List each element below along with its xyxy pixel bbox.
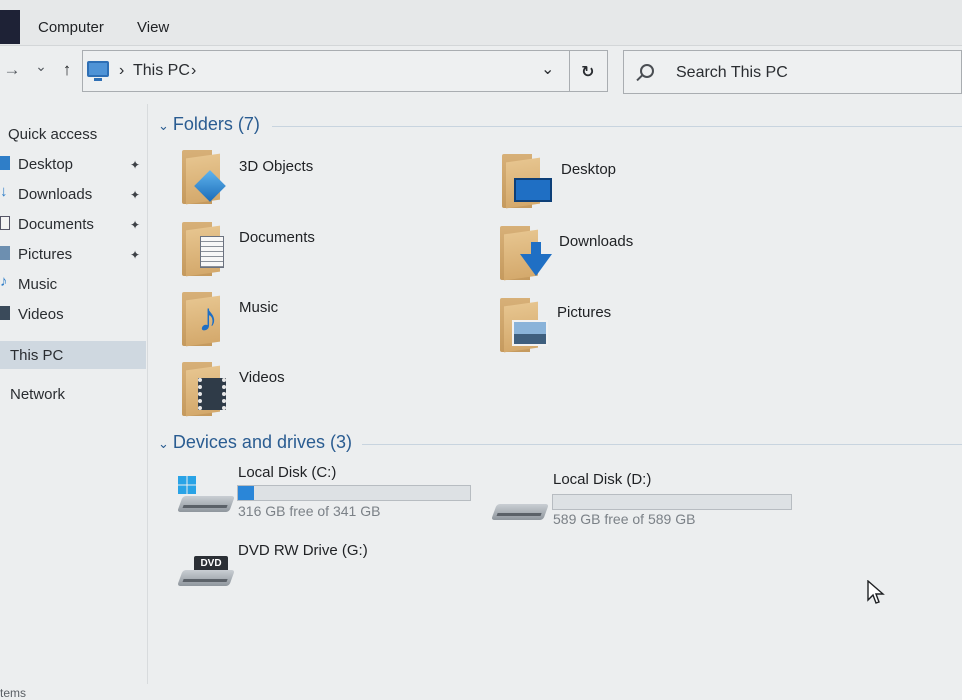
sidebar-item-downloads[interactable]: ↓ Downloads ✦ [0, 180, 146, 208]
section-divider [272, 126, 962, 127]
folder-label: Downloads [559, 233, 634, 250]
sidebar-item-label: Documents [18, 216, 94, 233]
tab-computer[interactable]: Computer [38, 19, 104, 36]
address-separator[interactable]: › [191, 62, 196, 80]
desktop-icon [514, 178, 552, 202]
download-arrow-shaft [531, 242, 541, 256]
status-bar-text: tems [0, 686, 27, 700]
folder-label: Music [239, 299, 279, 316]
sidebar-item-label: Network [10, 386, 66, 403]
download-arrow-icon [520, 254, 552, 276]
film-icon [198, 378, 226, 410]
refresh-button[interactable]: ↻ [581, 62, 594, 82]
sidebar-item-network[interactable]: Network [0, 380, 146, 408]
picture-icon [512, 320, 548, 346]
folder-label: 3D Objects [239, 158, 314, 175]
sidebar-item-label: Desktop [18, 156, 74, 173]
sidebar-item-label: This PC [10, 347, 64, 364]
folder-label: Pictures [557, 304, 612, 321]
search-box[interactable]: Search This PC [623, 50, 962, 94]
sidebar-item-videos[interactable]: Videos [0, 300, 146, 328]
drive-label: Local Disk (C:) [238, 464, 337, 481]
capacity-bar [237, 485, 471, 501]
recent-locations-button[interactable]: ⌄ [31, 58, 51, 75]
drive-label: DVD RW Drive (G:) [238, 542, 368, 559]
search-input[interactable]: Search This PC [676, 64, 788, 82]
tab-view[interactable]: View [137, 19, 169, 36]
pin-icon[interactable]: ✦ [130, 188, 140, 202]
capacity-bar [552, 494, 792, 510]
sidebar-item-label: Quick access [8, 126, 98, 143]
file-tab[interactable] [0, 10, 20, 44]
dvd-drive-icon [177, 570, 235, 586]
forward-button[interactable]: → [2, 60, 22, 80]
address-bar[interactable]: › This PC › ⌄ ↻ [82, 50, 608, 92]
pin-icon[interactable]: ✦ [130, 248, 140, 262]
desktop-icon [0, 156, 10, 170]
music-note-icon: ♪ [198, 296, 218, 340]
sidebar-item-this-pc[interactable]: This PC [0, 341, 146, 369]
folder-label: Desktop [561, 161, 617, 178]
drive-label: Local Disk (D:) [553, 471, 652, 488]
folder-label: Documents [239, 229, 315, 246]
music-note-icon: ♪ [0, 273, 8, 290]
drive-free-space: 589 GB free of 589 GB [553, 511, 696, 527]
pin-icon[interactable]: ✦ [130, 218, 140, 232]
download-arrow-icon: ↓ [0, 183, 8, 200]
address-separator[interactable]: › [119, 62, 124, 80]
windows-logo-icon [178, 476, 196, 494]
address-divider [569, 51, 570, 91]
search-icon [640, 64, 654, 78]
address-dropdown-button[interactable]: ⌄ [541, 59, 554, 79]
picture-icon [0, 246, 10, 260]
this-pc-icon [87, 61, 109, 81]
capacity-fill [238, 486, 255, 500]
sidebar-item-label: Downloads [18, 186, 93, 203]
sidebar-item-documents[interactable]: Documents ✦ [0, 210, 146, 238]
chevron-down-icon: ⌄ [158, 436, 169, 451]
devices-section-header[interactable]: ⌄ Devices and drives (3) [158, 432, 352, 453]
sidebar-item-pictures[interactable]: Pictures ✦ [0, 240, 146, 268]
document-icon [0, 216, 10, 230]
hard-drive-icon [177, 496, 235, 512]
sidebar-item-label: Music [18, 276, 58, 293]
section-divider [362, 444, 962, 445]
drive-free-space: 316 GB free of 341 GB [238, 503, 381, 519]
navigation-pane: Quick access Desktop ✦ ↓ Downloads ✦ Doc… [0, 104, 148, 684]
film-icon [0, 306, 10, 320]
sidebar-item-label: Videos [18, 306, 64, 323]
sidebar-item-desktop[interactable]: Desktop ✦ [0, 150, 146, 178]
folders-section-header[interactable]: ⌄ Folders (7) [158, 114, 260, 135]
address-crumb-this-pc[interactable]: This PC [133, 62, 190, 80]
sidebar-item-label: Pictures [18, 246, 73, 263]
section-title: Devices and drives (3) [172, 432, 352, 452]
section-title: Folders (7) [172, 114, 260, 134]
mouse-cursor-icon [867, 580, 885, 604]
folder-label: Videos [239, 369, 285, 386]
up-button[interactable]: ↑ [57, 60, 77, 80]
pin-icon[interactable]: ✦ [130, 158, 140, 172]
sidebar-item-quick-access[interactable]: Quick access [0, 120, 146, 148]
hard-drive-icon [491, 504, 549, 520]
sidebar-item-music[interactable]: ♪ Music [0, 270, 146, 298]
ribbon: Computer View [0, 0, 962, 46]
document-icon [200, 236, 224, 268]
chevron-down-icon: ⌄ [158, 118, 169, 133]
